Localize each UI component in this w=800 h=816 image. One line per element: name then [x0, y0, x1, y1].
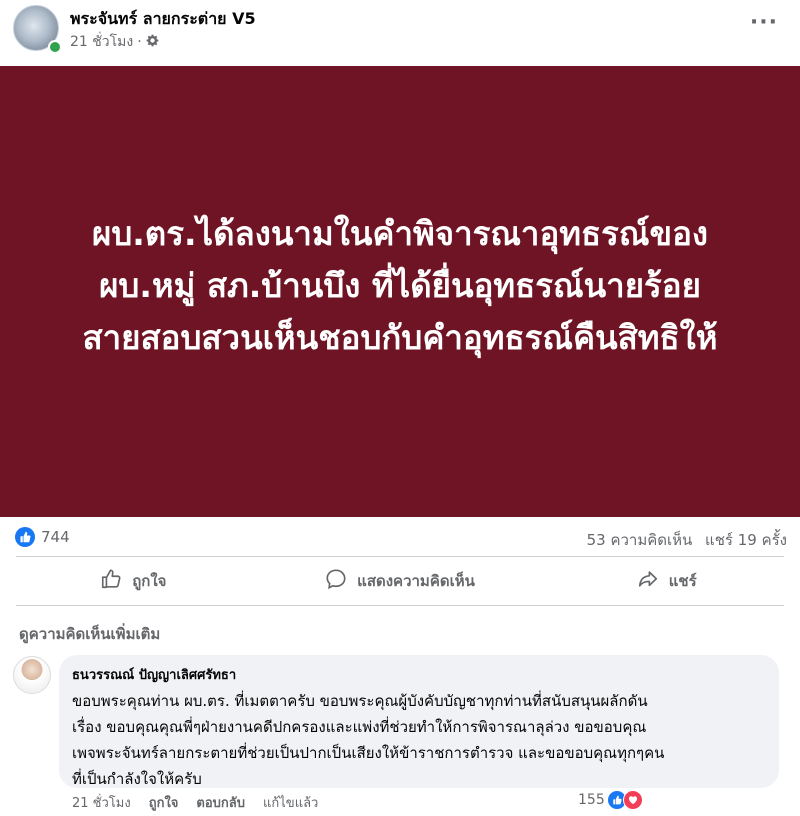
comment-reply-button[interactable]: ตอบกลับ	[196, 792, 245, 813]
comment-line: ขอบพระคุณท่าน ผบ.ตร. ที่เมตตาครับ ขอบพระ…	[72, 692, 648, 710]
post-actions: ถูกใจ แสดงความคิดเห็น แชร์	[0, 561, 800, 601]
comment-edited-label: แก้ไขแล้ว	[263, 796, 319, 811]
banner-line: สายสอบสวนเห็นชอบกับคำอุทธรณ์คืนสิทธิให้	[82, 317, 718, 357]
comment-footer: 21 ชั่วโมง ถูกใจ ตอบกลับ แก้ไขแล้ว	[72, 792, 318, 813]
share-count[interactable]: แชร์ 19 ครั้ง	[705, 531, 787, 549]
comment-reactions[interactable]: 155	[578, 790, 643, 810]
post-time[interactable]: 21 ชั่วโมง	[70, 31, 133, 53]
comment-button[interactable]: แสดงความคิดเห็น	[267, 561, 534, 601]
reaction-count[interactable]: 744	[41, 528, 70, 546]
comment-time[interactable]: 21 ชั่วโมง	[72, 792, 131, 813]
share-label: แชร์	[668, 572, 697, 590]
share-arrow-icon	[637, 568, 659, 594]
comment-text: ขอบพระคุณท่าน ผบ.ตร. ที่เมตตาครับ ขอบพระ…	[72, 688, 766, 792]
comment-like-button[interactable]: ถูกใจ	[149, 792, 179, 813]
comment-line: ที่เป็นกำลังใจให้ครับ	[72, 770, 202, 788]
divider	[16, 605, 784, 606]
heart-reaction-icon	[622, 790, 643, 810]
post-meta: 21 ชั่วโมง ·	[70, 31, 159, 53]
comment-author[interactable]: ธนวรรณณ์ ปัญญาเลิศศรัทธา	[72, 664, 766, 685]
like-button[interactable]: ถูกใจ	[0, 561, 267, 601]
commenter-avatar[interactable]	[13, 656, 51, 694]
page-name[interactable]: พระจันทร์ ลายกระต่าย V5	[70, 7, 256, 32]
comment-label: แสดงความคิดเห็น	[357, 572, 475, 590]
audience-gear-icon[interactable]	[146, 34, 159, 51]
more-options-icon[interactable]: ···	[750, 10, 778, 35]
like-label: ถูกใจ	[132, 572, 167, 590]
engagement-stats: 53 ความคิดเห็น แชร์ 19 ครั้ง	[579, 528, 787, 552]
comment-bubble: ธนวรรณณ์ ปัญญาเลิศศรัทธา ขอบพระคุณท่าน ผ…	[59, 655, 779, 788]
comment-line: เพจพระจันทร์ลายกระตายที่ช่วยเป็นปากเป็นเ…	[72, 744, 665, 762]
banner-line: ผบ.หมู่ สภ.บ้านบึง ที่ได้ยื่นอุทธรณ์นายร…	[99, 265, 701, 305]
post-banner-image[interactable]: ผบ.ตร.ได้ลงนามในคำพิจารณาอุทธรณ์ของ ผบ.ห…	[0, 66, 800, 517]
comment-reaction-count: 155	[578, 792, 605, 808]
share-button[interactable]: แชร์	[533, 561, 800, 601]
thumbs-up-icon	[100, 568, 122, 594]
online-status-dot	[48, 40, 62, 54]
meta-separator: ·	[137, 34, 142, 50]
banner-text: ผบ.ตร.ได้ลงนามในคำพิจารณาอุทธรณ์ของ ผบ.ห…	[20, 208, 780, 364]
post-header: พระจันทร์ ลายกระต่าย V5 21 ชั่วโมง · ···	[0, 0, 800, 66]
comment-count[interactable]: 53 ความคิดเห็น	[587, 531, 693, 549]
comment-bubble-icon	[325, 568, 347, 594]
banner-line: ผบ.ตร.ได้ลงนามในคำพิจารณาอุทธรณ์ของ	[91, 213, 709, 253]
divider	[16, 556, 784, 557]
view-more-comments-link[interactable]: ดูความคิดเห็นเพิ่มเติม	[19, 622, 160, 646]
comment-line: เรื่อง ขอบคุณคุณพี่ๆฝ่ายงานคดีปกครองและแ…	[72, 718, 647, 736]
like-reaction-icon[interactable]	[15, 527, 35, 547]
reaction-summary-bar: 744 53 ความคิดเห็น แชร์ 19 ครั้ง	[0, 522, 800, 554]
